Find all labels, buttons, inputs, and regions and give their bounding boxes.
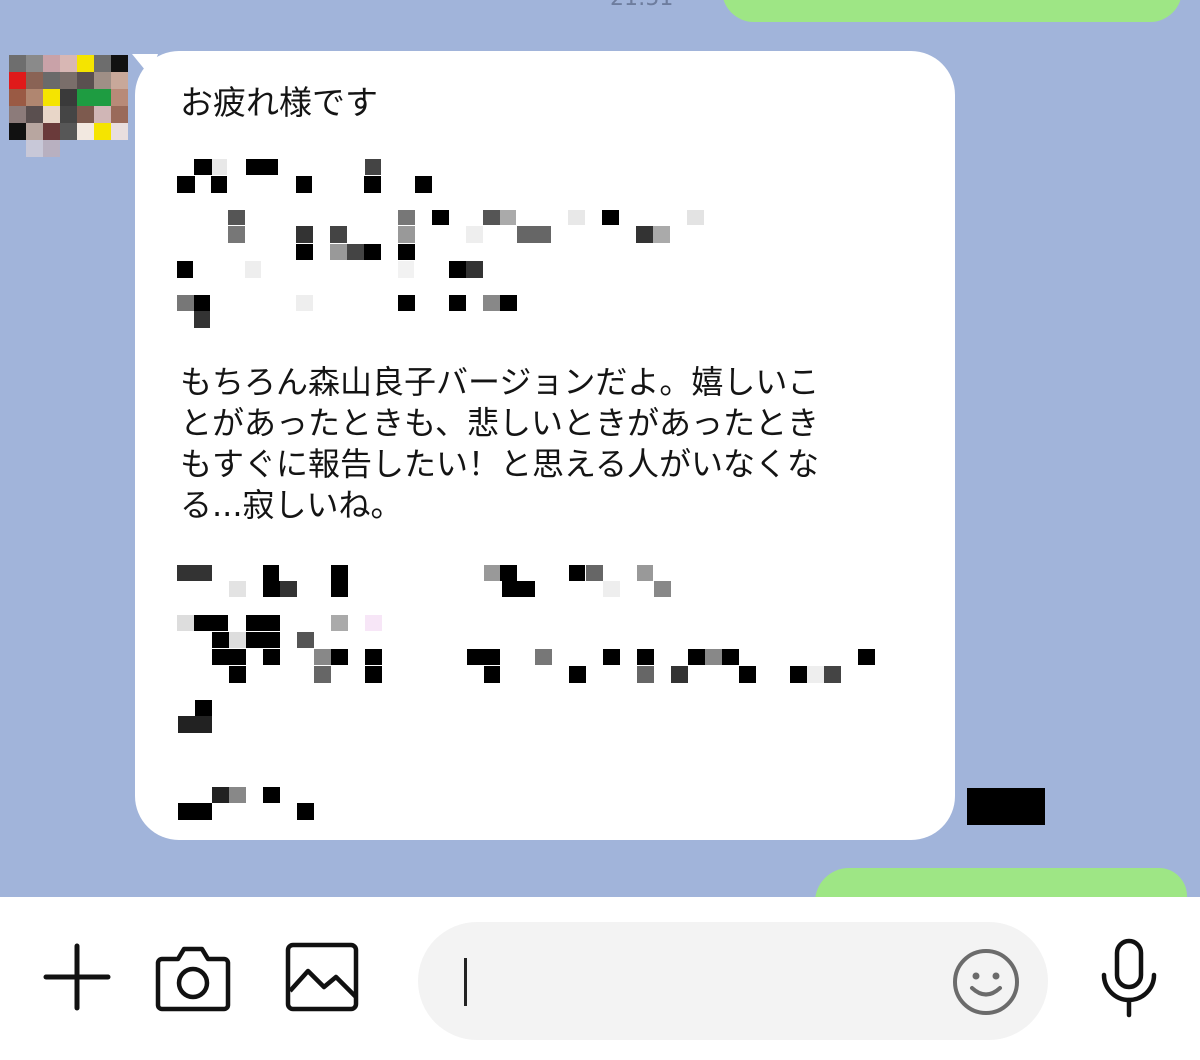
avatar-pixel [111,106,128,123]
avatar-pixel [111,89,128,106]
text-caret [464,958,467,1006]
avatar-pixel [94,55,111,72]
avatar-pixel [77,157,94,174]
avatar-pixel [9,89,26,106]
message-timestamp: 21:51 [610,0,673,11]
avatar-pixel [60,123,77,140]
chat-area[interactable]: 21:51 お疲れ様です [0,0,1200,897]
sent-message-bubble[interactable] [722,0,1182,22]
avatar-pixel [111,157,128,174]
avatar-pixel [43,106,60,123]
avatar-pixel [94,89,111,106]
avatar-pixel [60,72,77,89]
avatar-pixel [43,123,60,140]
avatar-pixel [9,55,26,72]
avatar-pixel [43,157,60,174]
avatar-pixel [60,140,77,157]
avatar-pixel [77,106,94,123]
sent-message-bubble[interactable] [815,868,1187,897]
avatar-pixel [77,140,94,157]
redacted-timestamp [967,788,1045,825]
sender-avatar[interactable] [9,55,129,175]
message-body: もちろん森山良子バージョンだよ。嬉しいこ とがあったときも、悲しいときがあったと… [180,362,900,526]
avatar-pixel [94,140,111,157]
avatar-pixel [60,89,77,106]
microphone-icon[interactable] [1096,937,1162,1019]
avatar-pixel [77,72,94,89]
avatar-pixel [111,123,128,140]
message-line: る...寂しいね。 [180,486,403,524]
avatar-pixel [77,123,94,140]
plus-icon[interactable] [42,942,112,1012]
avatar-pixel [9,157,26,174]
avatar-pixel [111,140,128,157]
avatar-pixel [43,55,60,72]
image-icon[interactable] [284,939,360,1015]
avatar-pixel [60,55,77,72]
avatar-pixel [60,157,77,174]
avatar-pixel [26,89,43,106]
avatar-pixel [9,106,26,123]
avatar-pixel [9,140,26,157]
avatar-pixel [26,55,43,72]
avatar-pixel [43,89,60,106]
camera-icon[interactable] [154,939,232,1017]
message-line: とがあったときも、悲しいときがあったとき [180,404,820,442]
avatar-pixel [9,123,26,140]
avatar-pixel [77,89,94,106]
avatar-pixel [26,72,43,89]
message-greeting: お疲れ様です [180,83,378,122]
avatar-pixel [94,72,111,89]
avatar-pixel [43,72,60,89]
avatar-pixel [26,157,43,174]
message-input[interactable] [418,922,1048,1040]
avatar-pixel [77,55,94,72]
avatar-mosaic [9,55,129,175]
avatar-pixel [60,106,77,123]
avatar-pixel [94,106,111,123]
message-line: もちろん森山良子バージョンだよ。嬉しいこ [180,363,820,401]
avatar-pixel [26,123,43,140]
avatar-pixel [94,157,111,174]
avatar-pixel [26,140,43,157]
emoji-icon[interactable] [951,947,1021,1017]
avatar-pixel [9,72,26,89]
avatar-pixel [43,140,60,157]
avatar-pixel [26,106,43,123]
avatar-pixel [94,123,111,140]
message-line: もすぐに報告したい！と思える人がいなくな [180,445,820,483]
